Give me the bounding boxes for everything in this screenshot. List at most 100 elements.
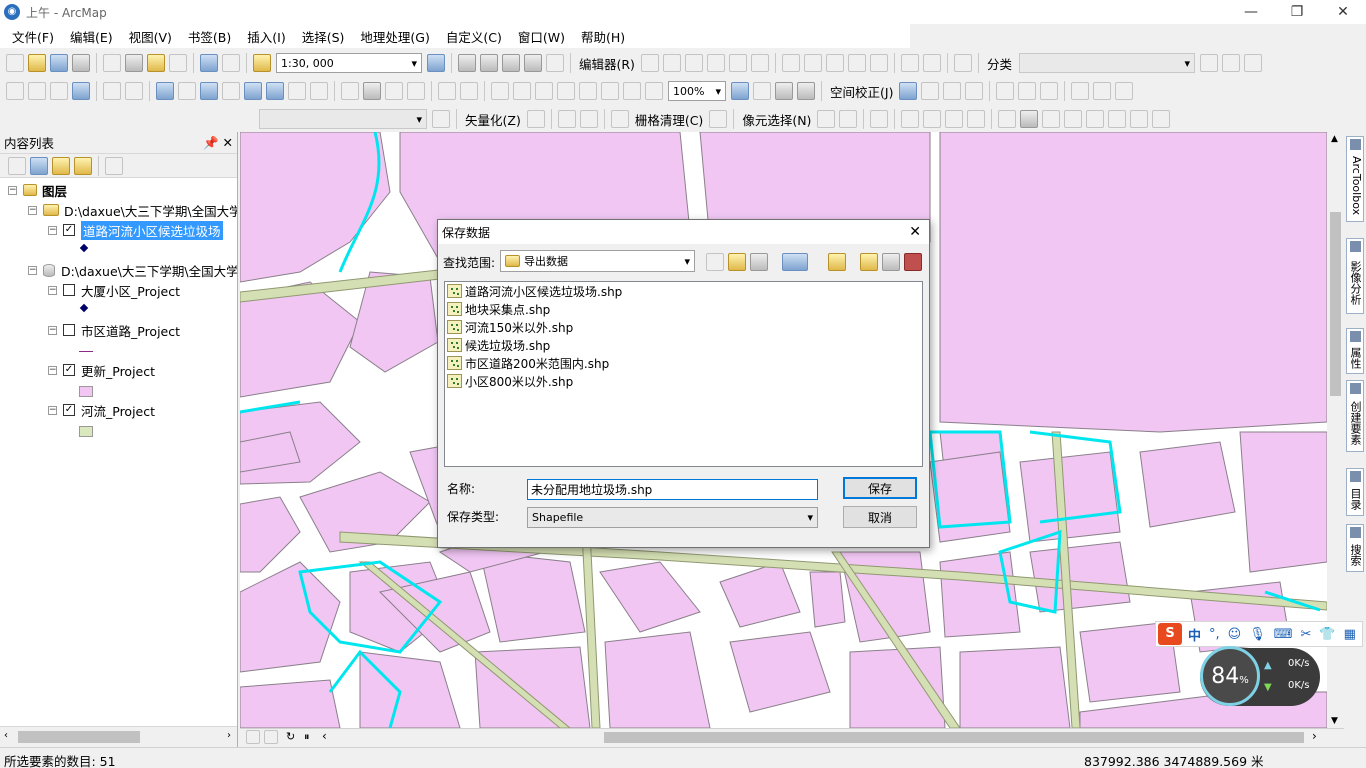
toggle-draft-mode-icon[interactable] bbox=[731, 82, 749, 100]
layer-road-project[interactable]: − 市区道路_Project bbox=[48, 320, 180, 340]
multiple-displacement-icon[interactable] bbox=[965, 82, 984, 100]
layout-zoom-combo[interactable]: 100% ▾ bbox=[668, 81, 726, 101]
scroll-right-icon[interactable]: › bbox=[227, 730, 231, 741]
paste-icon[interactable] bbox=[147, 54, 165, 72]
georef-tool-8-icon[interactable] bbox=[1064, 110, 1083, 128]
go-forward-icon[interactable] bbox=[178, 82, 196, 100]
find-icon[interactable] bbox=[363, 82, 381, 100]
cut-icon[interactable] bbox=[103, 54, 121, 72]
toolbox-dialog-icon[interactable] bbox=[904, 253, 922, 271]
scroll-left-icon[interactable]: ‹ bbox=[322, 729, 327, 743]
layout-fixed-zoom-out-icon[interactable] bbox=[623, 82, 641, 100]
save-type-select[interactable]: Shapefile ▾ bbox=[527, 507, 818, 528]
cut-polygons-icon[interactable] bbox=[825, 54, 844, 72]
measure-icon[interactable] bbox=[341, 82, 359, 100]
zoom-in-icon[interactable] bbox=[6, 82, 24, 100]
straight-segment-icon[interactable] bbox=[684, 54, 703, 72]
fixed-zoom-in-icon[interactable] bbox=[103, 82, 121, 100]
georef-tool-4-icon[interactable] bbox=[967, 110, 986, 128]
layout-zoom-in-icon[interactable] bbox=[491, 82, 509, 100]
database-group-2[interactable]: − D:\daxue\大三下学期\全国大学 bbox=[28, 260, 237, 280]
tab-attributes[interactable]: 属性 bbox=[1346, 328, 1364, 374]
close-window-button[interactable]: ✕ bbox=[1320, 0, 1366, 24]
emoji-icon[interactable]: ☺ bbox=[1228, 627, 1242, 642]
tab-arctoolbox[interactable]: ArcToolbox bbox=[1346, 136, 1364, 222]
menu-grid-icon[interactable]: ▦ bbox=[1344, 627, 1356, 642]
map-horizontal-scrollbar-thumb[interactable] bbox=[604, 732, 1304, 743]
split-icon[interactable] bbox=[847, 54, 866, 72]
arctoolbox-icon[interactable] bbox=[524, 54, 542, 72]
redo-icon[interactable] bbox=[222, 54, 240, 72]
minimize-button[interactable]: — bbox=[1228, 0, 1274, 24]
georef-tool-12-icon[interactable] bbox=[1152, 110, 1171, 128]
workspace-folder-1[interactable]: − D:\daxue\大三下学期\全国大学 bbox=[28, 200, 237, 220]
file-name-input[interactable] bbox=[527, 479, 818, 500]
new-document-icon[interactable] bbox=[6, 54, 24, 72]
collapse-icon[interactable]: − bbox=[48, 325, 57, 335]
collapse-icon[interactable]: − bbox=[28, 205, 37, 215]
georef-tool-5-icon[interactable] bbox=[998, 110, 1017, 128]
list-item[interactable]: 地块采集点.shp bbox=[445, 300, 922, 318]
editor-toolbar-icon[interactable] bbox=[427, 54, 445, 72]
menu-view[interactable]: 视图(V) bbox=[121, 27, 180, 46]
end-point-arc-icon[interactable] bbox=[706, 54, 725, 72]
cell-selection-menu[interactable]: 像元选择(N) bbox=[738, 110, 815, 129]
layer-river-project[interactable]: − ✓ 河流_Project bbox=[48, 400, 155, 420]
print-icon[interactable] bbox=[72, 54, 90, 72]
up-one-level-icon[interactable] bbox=[706, 253, 724, 271]
layout-zoom-out-icon[interactable] bbox=[513, 82, 531, 100]
raster-snapping-icon[interactable] bbox=[870, 110, 889, 128]
vectorize-settings-icon[interactable] bbox=[432, 110, 450, 128]
select-connected-cells-icon[interactable] bbox=[817, 110, 836, 128]
zoom-whole-page-icon[interactable] bbox=[557, 82, 575, 100]
georef-tool-9-icon[interactable] bbox=[1086, 110, 1105, 128]
layout-back-icon[interactable] bbox=[645, 82, 663, 100]
layer-candidate-landfill[interactable]: − ✓ 道路河流小区候选垃圾场 bbox=[48, 220, 223, 240]
attributes-icon[interactable] bbox=[900, 54, 919, 72]
toc-horizontal-scrollbar[interactable]: ‹ › bbox=[0, 726, 237, 747]
edge-match-icon[interactable] bbox=[1115, 82, 1134, 100]
layer-building-project[interactable]: − 大厦小区_Project bbox=[48, 280, 180, 300]
layer-visibility-checkbox[interactable] bbox=[63, 284, 75, 296]
classify-options-icon[interactable] bbox=[1221, 54, 1240, 72]
generate-features-icon[interactable] bbox=[526, 110, 545, 128]
new-identity-link-icon[interactable] bbox=[996, 82, 1015, 100]
pan-icon[interactable] bbox=[50, 82, 68, 100]
look-in-combo[interactable]: 导出数据 ▾ bbox=[500, 250, 695, 272]
punctuation-icon[interactable]: °, bbox=[1209, 627, 1220, 642]
view-options-icon[interactable] bbox=[782, 253, 808, 271]
raster-eraser-icon[interactable] bbox=[709, 110, 728, 128]
fixed-zoom-out-icon[interactable] bbox=[125, 82, 143, 100]
view-link-table-icon[interactable] bbox=[1071, 82, 1090, 100]
maximize-button[interactable]: ❐ bbox=[1274, 0, 1320, 24]
go-to-xy-icon[interactable] bbox=[407, 82, 425, 100]
clear-selection-icon[interactable] bbox=[222, 82, 240, 100]
georef-tool-2-icon[interactable] bbox=[923, 110, 942, 128]
save-icon[interactable] bbox=[50, 54, 68, 72]
data-view-icon[interactable] bbox=[246, 730, 260, 744]
scroll-up-icon[interactable]: ▲ bbox=[1331, 134, 1338, 144]
html-popup-icon[interactable] bbox=[310, 82, 328, 100]
raster-layer-combo[interactable]: ▾ bbox=[259, 109, 427, 129]
georef-tool-1-icon[interactable] bbox=[901, 110, 920, 128]
file-list[interactable]: 道路河流小区候选垃圾场.shp 地块采集点.shp 河流150米以外.shp 候… bbox=[444, 281, 923, 467]
list-by-visibility-icon[interactable] bbox=[52, 156, 70, 175]
raster-pencil-icon[interactable] bbox=[579, 110, 598, 128]
scroll-down-icon[interactable]: ▼ bbox=[1331, 716, 1338, 726]
edit-tool-icon[interactable] bbox=[640, 54, 659, 72]
zoom-out-icon[interactable] bbox=[28, 82, 46, 100]
menu-help[interactable]: 帮助(H) bbox=[573, 27, 633, 46]
layer-visibility-checkbox[interactable]: ✓ bbox=[63, 224, 75, 236]
sogou-logo-icon[interactable]: S bbox=[1158, 623, 1182, 645]
modify-link-icon[interactable] bbox=[943, 82, 962, 100]
tab-catalog[interactable]: 目录 bbox=[1346, 468, 1364, 516]
trace-raster-icon[interactable] bbox=[557, 110, 576, 128]
georef-tool-7-icon[interactable] bbox=[1042, 110, 1061, 128]
attribute-transfer-icon[interactable] bbox=[1093, 82, 1112, 100]
list-item[interactable]: 小区800米以外.shp bbox=[445, 372, 922, 390]
pause-drawing-icon[interactable]: ⏸ bbox=[304, 730, 310, 744]
full-extent-icon[interactable] bbox=[72, 82, 90, 100]
layer-visibility-checkbox[interactable]: ✓ bbox=[63, 404, 75, 416]
tab-image-analysis[interactable]: 影像分析 bbox=[1346, 238, 1364, 314]
menu-selection[interactable]: 选择(S) bbox=[294, 27, 353, 46]
